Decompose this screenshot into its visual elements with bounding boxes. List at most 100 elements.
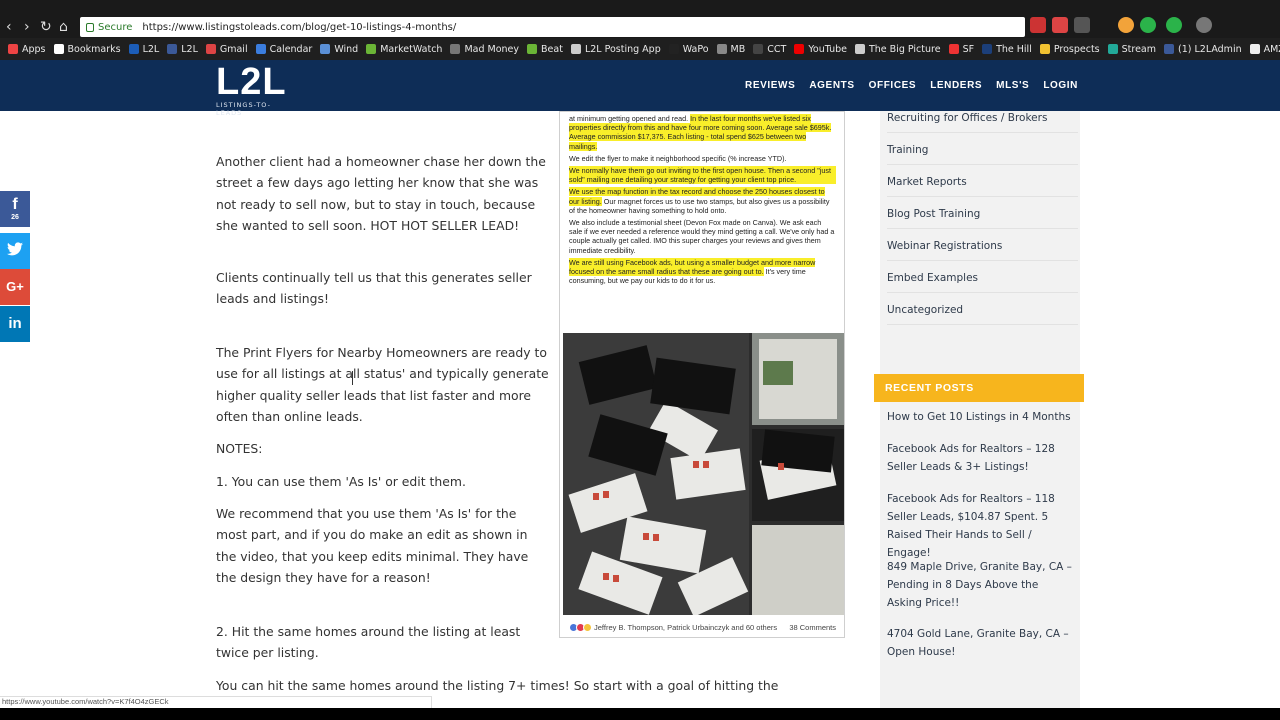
bookmark-label: Calendar: [269, 43, 313, 55]
nav-mlss[interactable]: MLS'S: [996, 80, 1029, 91]
nav-agents[interactable]: AGENTS: [809, 80, 854, 91]
bookmark-item[interactable]: AMZN: [1249, 43, 1280, 55]
bookmark-item[interactable]: L2L Posting App: [570, 44, 661, 55]
bookmark-favicon-icon: [527, 44, 538, 54]
bookmark-item[interactable]: CCT: [753, 44, 786, 55]
bookmark-item[interactable]: L2L: [128, 43, 160, 55]
bookmark-label: MarketWatch: [380, 43, 443, 55]
article-paragraph: We recommend that you use them 'As Is' f…: [216, 506, 529, 585]
bookmark-label: L2L: [142, 43, 160, 55]
bookmark-item[interactable]: MarketWatch: [366, 44, 442, 55]
article-paragraph: Another client had a homeowner chase her…: [216, 154, 546, 233]
lock-icon: [86, 22, 94, 32]
extension-icon[interactable]: [1140, 17, 1156, 33]
nav-login[interactable]: LOGIN: [1043, 80, 1078, 91]
secure-label: Secure: [98, 21, 133, 33]
bookmark-item[interactable]: MB: [716, 44, 745, 55]
nav-offices[interactable]: OFFICES: [869, 80, 917, 91]
bookmark-item[interactable]: WaPo: [668, 43, 709, 55]
bookmark-item[interactable]: Prospects: [1039, 43, 1100, 55]
bookmark-favicon-icon: [668, 44, 679, 54]
bookmark-favicon-icon: [570, 44, 581, 54]
extension-icon[interactable]: [1074, 17, 1090, 33]
article-paragraph: 1. You can use them 'As Is' or edit them…: [216, 474, 466, 489]
extension-icon[interactable]: [1166, 17, 1182, 33]
bookmark-label: Prospects: [1053, 43, 1100, 55]
comments-count[interactable]: 38 Comments: [789, 623, 836, 632]
recent-post-link[interactable]: Facebook Ads for Realtors – 118 Seller L…: [887, 490, 1073, 562]
link-status-bar: https://www.youtube.com/watch?v=K7f4O4zG…: [0, 696, 432, 708]
article-paragraph: The Print Flyers for Nearby Homeowners a…: [216, 345, 549, 424]
bookmark-favicon-icon: [1107, 44, 1118, 54]
site-logo[interactable]: L2L LISTINGS-TO-LEADS: [216, 63, 296, 117]
sidebar-category-link[interactable]: Embed Examples: [887, 272, 1078, 293]
window-bottom-edge: [0, 708, 1280, 720]
extension-icon[interactable]: [1052, 17, 1068, 33]
twitter-share-button[interactable]: [0, 233, 30, 269]
bookmark-favicon-icon: [982, 44, 993, 54]
reactions-text: Jeffrey B. Thompson, Patrick Urbainczyk …: [594, 622, 778, 632]
bookmark-favicon-icon: [8, 44, 18, 54]
back-icon[interactable]: ‹: [6, 19, 12, 35]
bookmark-favicon-icon: [1039, 44, 1050, 54]
sidebar-category-link[interactable]: Webinar Registrations: [887, 240, 1078, 261]
bookmark-item[interactable]: SF: [948, 43, 975, 55]
bookmark-item[interactable]: Wind: [320, 44, 358, 55]
sidebar-category-link[interactable]: Training: [887, 144, 1078, 165]
bookmark-favicon-icon: [753, 44, 764, 54]
facebook-post-image[interactable]: at minimum getting opened and read. In t…: [559, 111, 845, 638]
sidebar-category-link[interactable]: Blog Post Training: [887, 208, 1078, 229]
bookmarks-bar: Apps Bookmarks L2L L2L Gmail Calendar Wind Mark…: [0, 38, 1280, 60]
bookmark-item[interactable]: The Hill: [982, 44, 1032, 55]
recent-post-link[interactable]: How to Get 10 Listings in 4 Months: [887, 408, 1073, 426]
extension-icon[interactable]: [1118, 17, 1134, 33]
sidebar-category-link[interactable]: Market Reports: [887, 176, 1078, 197]
bookmark-item[interactable]: Mad Money: [450, 44, 519, 55]
extension-icon[interactable]: [1030, 17, 1046, 33]
bookmark-item[interactable]: Gmail: [205, 44, 248, 55]
linkedin-share-button[interactable]: in: [0, 306, 30, 342]
bookmark-item[interactable]: Bookmarks: [53, 44, 121, 55]
bookmark-favicon-icon: [53, 44, 64, 54]
bookmark-label: SF: [962, 43, 975, 55]
bookmark-favicon-icon: [1164, 44, 1174, 54]
sidebar-category-link[interactable]: Uncategorized: [887, 304, 1078, 325]
main-nav: REVIEWS AGENTS OFFICES LENDERS MLS'S LOGIN: [731, 60, 1078, 111]
bookmark-favicon-icon: [320, 44, 331, 54]
text-cursor: [352, 371, 353, 385]
post-reactions-bar: Jeffrey B. Thompson, Patrick Urbainczyk …: [560, 617, 844, 637]
address-bar[interactable]: Secure https://www.listingstoleads.com/b…: [80, 17, 1025, 37]
bookmark-item[interactable]: Beat: [527, 44, 563, 55]
post-text: at minimum getting opened and read. In t…: [569, 114, 836, 286]
forward-icon[interactable]: ›: [24, 19, 30, 35]
sidebar-category-link[interactable]: Recruiting for Offices / Brokers: [887, 112, 1078, 133]
bookmark-favicon-icon: [1249, 44, 1260, 54]
recent-post-link[interactable]: 4704 Gold Lane, Granite Bay, CA – Open H…: [887, 625, 1073, 661]
bookmark-item[interactable]: (1) L2LAdmin: [1164, 44, 1242, 55]
bookmark-favicon-icon: [205, 44, 216, 54]
nav-lenders[interactable]: LENDERS: [930, 80, 982, 91]
bookmark-item[interactable]: Stream: [1107, 44, 1156, 55]
bookmark-favicon-icon: [716, 44, 727, 54]
article-paragraph: 2. Hit the same homes around the listing…: [216, 624, 521, 661]
bookmark-item[interactable]: Apps: [8, 44, 46, 55]
recent-post-link[interactable]: 849 Maple Drive, Granite Bay, CA – Pendi…: [887, 558, 1073, 612]
nav-reviews[interactable]: REVIEWS: [745, 80, 795, 91]
bookmark-item[interactable]: The Big Picture: [854, 44, 941, 55]
bookmark-item[interactable]: Calendar: [255, 43, 313, 55]
facebook-share-button[interactable]: f 26: [0, 191, 30, 227]
profile-icon[interactable]: [1196, 17, 1212, 33]
bookmark-label: YouTube: [808, 43, 847, 55]
bookmark-label: Beat: [541, 43, 563, 55]
recent-post-link[interactable]: Facebook Ads for Realtors – 128 Seller L…: [887, 440, 1073, 476]
bookmark-favicon-icon: [794, 44, 805, 54]
bookmark-favicon-icon: [128, 44, 139, 54]
bookmark-item[interactable]: L2L: [167, 44, 198, 55]
reload-icon[interactable]: ↻: [40, 19, 52, 35]
bookmark-label: WaPo: [682, 43, 709, 55]
bookmark-item[interactable]: YouTube: [794, 44, 847, 55]
bookmark-label: AMZN: [1263, 43, 1280, 55]
googleplus-icon: G+: [6, 279, 24, 294]
googleplus-share-button[interactable]: G+: [0, 269, 30, 305]
home-icon[interactable]: ⌂: [59, 19, 68, 35]
